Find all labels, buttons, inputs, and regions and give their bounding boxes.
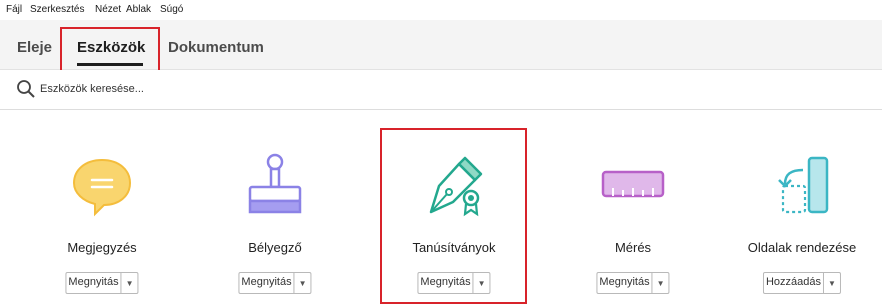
highlight-box-certificates [380, 128, 527, 304]
open-dropdown-stamp[interactable]: Megnyitás ▼ [238, 272, 312, 294]
menu-edit[interactable]: Szerkesztés [30, 4, 84, 15]
stamp-icon [248, 153, 302, 214]
organize-pages-icon [778, 156, 829, 214]
menu-help[interactable]: Súgó [160, 4, 183, 15]
open-button-measure[interactable]: Megnyitás [597, 273, 653, 293]
menu-file[interactable]: Fájl [6, 4, 22, 15]
tool-label-measure: Mérés [614, 240, 652, 255]
chevron-down-icon[interactable]: ▼ [295, 273, 311, 293]
menu-view[interactable]: Nézet [95, 4, 121, 15]
search-icon [17, 80, 35, 98]
tool-label-stamp: Bélyegző [248, 240, 302, 255]
open-button-stamp[interactable]: Megnyitás [239, 273, 295, 293]
search-input[interactable]: Eszközök keresése... [40, 83, 144, 95]
chevron-down-icon[interactable]: ▼ [824, 273, 840, 293]
tab-home[interactable]: Eleje [17, 39, 52, 56]
comment-icon [72, 158, 132, 217]
chevron-down-icon[interactable]: ▼ [653, 273, 669, 293]
open-dropdown-comment[interactable]: Megnyitás ▼ [65, 272, 139, 294]
add-dropdown-organize-pages[interactable]: Hozzáadás ▼ [762, 272, 842, 294]
search-bar[interactable]: Eszközök keresése... [0, 70, 882, 110]
ruler-icon [601, 170, 665, 198]
menu-window[interactable]: Ablak [126, 4, 151, 15]
open-button-comment[interactable]: Megnyitás [66, 273, 122, 293]
chevron-down-icon[interactable]: ▼ [122, 273, 138, 293]
open-dropdown-measure[interactable]: Megnyitás ▼ [596, 272, 670, 294]
menu-bar: Fájl Szerkesztés Nézet Ablak Súgó [0, 0, 882, 20]
tab-document[interactable]: Dokumentum [168, 39, 264, 56]
add-button-organize-pages[interactable]: Hozzáadás [764, 273, 825, 293]
tool-label-organize-pages: Oldalak rendezése [747, 240, 857, 255]
tool-label-comment: Megjegyzés [67, 240, 137, 255]
